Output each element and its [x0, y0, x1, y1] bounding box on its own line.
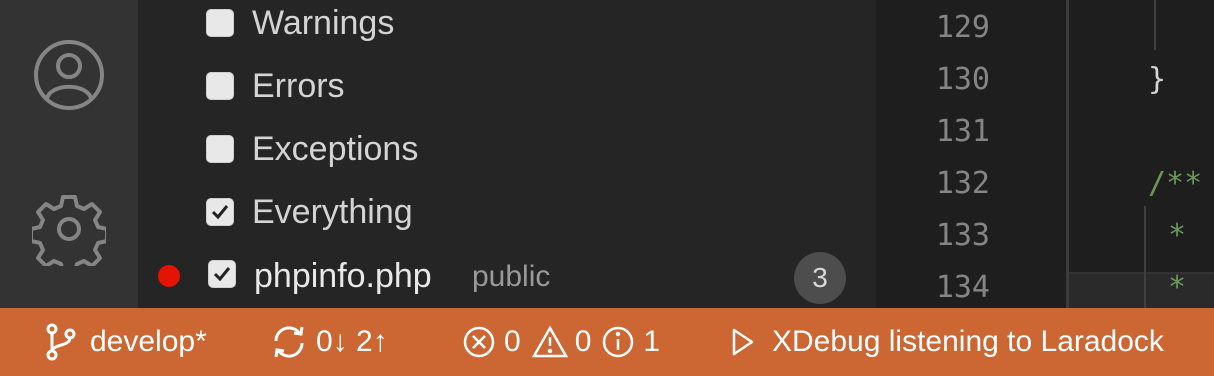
breakpoints-panel: Warnings Errors Exceptions Everything ph…: [138, 0, 876, 308]
check-icon: [211, 205, 229, 220]
line-number: 132: [935, 166, 990, 201]
breakpoint-folder: public: [472, 260, 551, 293]
problems-status[interactable]: 0 0 1: [462, 308, 660, 376]
breakpoint-dot-icon: [158, 265, 180, 287]
breakpoint-label: Errors: [252, 67, 345, 105]
check-icon: [213, 267, 231, 282]
file-breakpoint-checkbox[interactable]: [208, 260, 236, 288]
info-icon: [603, 326, 634, 358]
breakpoint-exceptions[interactable]: Exceptions: [138, 121, 876, 177]
breakpoint-label: Warnings: [252, 4, 395, 42]
indent-guide: [1154, 0, 1156, 50]
debug-status[interactable]: XDebug listening to Laradock: [730, 308, 1164, 376]
play-icon: [732, 328, 754, 356]
sync-status[interactable]: 0↓ 2↑: [270, 308, 388, 376]
warning-icon: [531, 325, 568, 358]
breakpoint-file[interactable]: phpinfo.php public 3: [138, 248, 876, 304]
everything-checkbox[interactable]: [206, 198, 234, 226]
line-number: 131: [935, 114, 990, 149]
breakpoint-line-badge: 3: [794, 252, 846, 304]
info-count: 1: [643, 325, 661, 358]
indent-guide: [1144, 206, 1146, 308]
code-doc-comment: *: [1168, 270, 1205, 305]
breakpoint-label: Everything: [252, 193, 413, 231]
code-doc-comment: *: [1168, 218, 1205, 253]
error-count: 0: [504, 325, 521, 358]
exceptions-checkbox[interactable]: [206, 135, 234, 163]
branch-name: develop*: [90, 325, 207, 358]
account-icon[interactable]: [32, 38, 106, 112]
gear-icon[interactable]: [29, 192, 109, 275]
sync-counts: 0↓ 2↑: [316, 325, 388, 358]
code-doc-comment: /**: [1148, 166, 1203, 201]
line-number: 134: [935, 270, 990, 305]
error-icon: [463, 326, 495, 358]
breakpoint-warnings[interactable]: Warnings: [138, 0, 876, 51]
line-number: 130: [935, 62, 990, 97]
git-branch-icon: [46, 323, 76, 361]
breakpoint-file-name: phpinfo.php: [254, 257, 432, 295]
line-number: 129: [935, 10, 990, 45]
activity-bar: [0, 0, 138, 308]
sync-icon: [274, 326, 304, 358]
code-brace: }: [1148, 62, 1167, 97]
status-bar: develop* 0↓ 2↑ 0 0 1 XDebug listening to…: [0, 308, 1214, 376]
errors-checkbox[interactable]: [206, 72, 234, 100]
branch-status[interactable]: develop*: [44, 308, 207, 376]
breakpoint-errors[interactable]: Errors: [138, 58, 876, 114]
code-editor[interactable]: 129 130 131 132 133 134 } /** * *: [876, 0, 1214, 308]
line-number: 133: [935, 218, 990, 253]
breakpoint-label: Exceptions: [252, 130, 419, 168]
warning-count: 0: [574, 325, 592, 358]
debug-status-text: XDebug listening to Laradock: [772, 325, 1164, 358]
editor-divider: [1066, 0, 1069, 308]
warnings-checkbox[interactable]: [206, 9, 234, 37]
breakpoint-everything[interactable]: Everything: [138, 184, 876, 240]
